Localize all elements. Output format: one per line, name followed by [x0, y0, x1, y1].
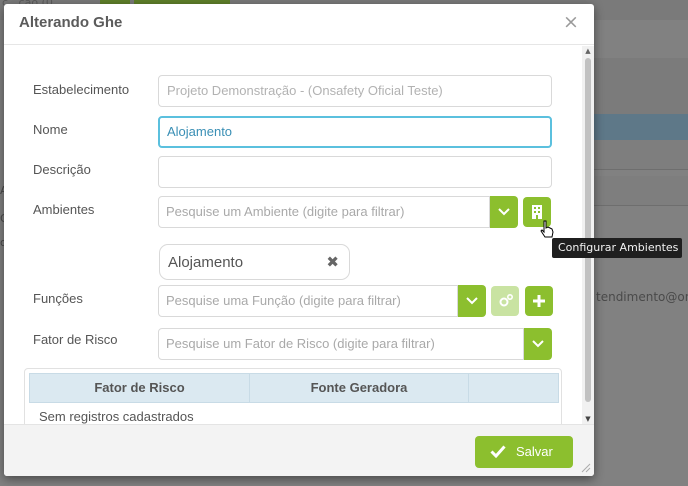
functions-search-input[interactable]: Pesquise uma Função (digite para filtrar… — [158, 285, 458, 317]
description-input[interactable] — [158, 156, 552, 188]
establishment-label: Estabelecimento — [33, 82, 130, 97]
background-row — [594, 176, 688, 206]
name-input[interactable]: Alojamento — [158, 116, 552, 148]
table-empty-message: Sem registros cadastrados — [39, 409, 194, 424]
gears-icon — [499, 293, 514, 307]
functions-select[interactable]: Pesquise uma Função (digite para filtrar… — [158, 285, 486, 317]
selected-environment-label: Alojamento — [168, 254, 244, 271]
chevron-down-icon — [532, 340, 544, 348]
plus-icon — [533, 295, 545, 307]
name-label: Nome — [33, 122, 68, 137]
resize-grip-icon[interactable] — [581, 463, 591, 473]
environments-label: Ambientes — [33, 202, 95, 217]
column-header-source[interactable]: Fonte Geradora — [250, 374, 469, 402]
functions-dropdown-button[interactable] — [458, 285, 486, 317]
chevron-down-icon — [466, 297, 478, 305]
background-email: tendimento@onsafe — [596, 290, 688, 304]
selected-environment-tag: Alojamento ✖ — [159, 244, 350, 280]
check-icon — [490, 445, 506, 458]
modal-scrollbar[interactable]: ▲ ▼ — [582, 46, 594, 424]
environments-dropdown-button[interactable] — [490, 196, 518, 228]
save-button[interactable]: Salvar — [475, 436, 573, 468]
table-header: Fator de Risco Fonte Geradora — [29, 373, 559, 403]
chevron-down-icon — [498, 208, 510, 216]
remove-x-icon[interactable]: ✖ — [326, 253, 339, 271]
add-function-button[interactable] — [525, 286, 553, 316]
hand-cursor-icon — [540, 220, 554, 238]
edit-ghe-modal: Alterando Ghe × Estabelecimento Projeto … — [4, 4, 594, 476]
risk-factor-dropdown-button[interactable] — [524, 328, 552, 360]
column-header-actions — [469, 374, 558, 402]
description-label: Descrição — [33, 162, 91, 177]
risk-factor-search-input[interactable]: Pesquise um Fator de Risco (digite para … — [158, 328, 524, 360]
column-header-risk-factor[interactable]: Fator de Risco — [30, 374, 250, 402]
background-row — [594, 140, 688, 170]
modal-title: Alterando Ghe — [19, 14, 123, 31]
risk-factor-select[interactable]: Pesquise um Fator de Risco (digite para … — [158, 328, 552, 360]
environments-search-input[interactable]: Pesquise um Ambiente (digite para filtra… — [158, 196, 490, 228]
modal-footer: Salvar — [4, 424, 594, 476]
close-icon[interactable]: × — [562, 13, 580, 32]
modal-body: Estabelecimento Projeto Demonstração - (… — [4, 46, 594, 424]
background-band — [594, 58, 688, 114]
functions-label: Funções — [33, 291, 83, 306]
establishment-field: Projeto Demonstração - (Onsafety Oficial… — [158, 75, 552, 107]
building-icon — [532, 205, 542, 219]
scroll-up-arrow-icon[interactable]: ▲ — [582, 46, 594, 56]
modal-header: Alterando Ghe × — [4, 4, 594, 45]
background-table-header — [594, 114, 688, 140]
configure-functions-button[interactable] — [491, 286, 519, 316]
environments-select[interactable]: Pesquise um Ambiente (digite para filtra… — [158, 196, 518, 228]
risk-factor-table: Fator de Risco Fonte Geradora Sem regist… — [24, 368, 562, 424]
save-button-label: Salvar — [516, 444, 553, 459]
scroll-down-arrow-icon[interactable]: ▼ — [582, 414, 594, 424]
risk-factor-label: Fator de Risco — [33, 332, 118, 347]
configure-environments-tooltip: Configurar Ambientes — [552, 238, 682, 258]
scroll-thumb[interactable] — [585, 58, 591, 402]
